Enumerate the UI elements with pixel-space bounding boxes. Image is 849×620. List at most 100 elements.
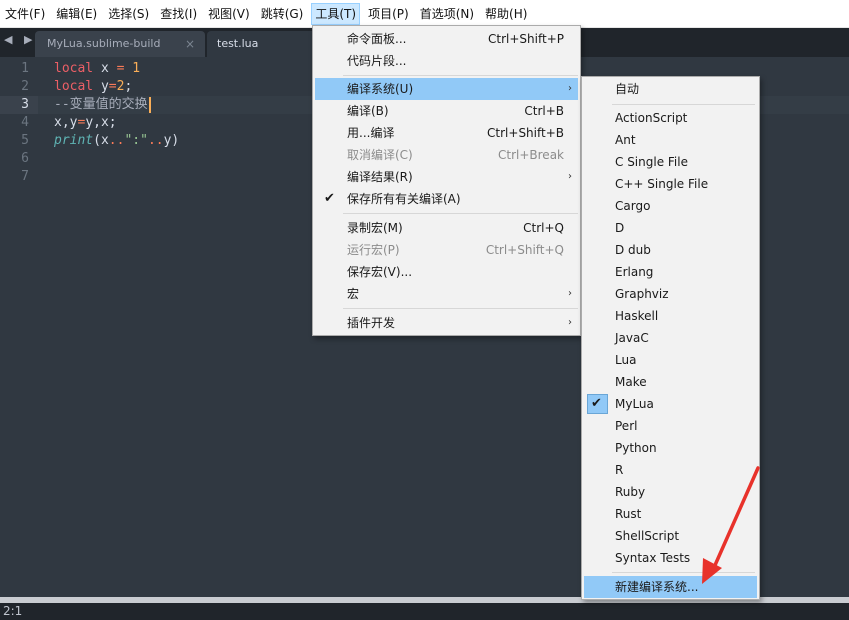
identifier: x [93,61,117,76]
menu-separator [343,75,578,76]
shortcut: Ctrl+Break [498,148,564,162]
text-cursor [148,96,151,113]
menu-item-label: 用...编译 [347,126,395,140]
tab-mylua-build[interactable]: MyLua.sublime-build × [35,31,205,57]
checkmark-icon: ✔ [591,396,602,411]
checkmark-icon: ✔ [324,191,335,206]
code-line: print(x..":"..y) [54,132,179,150]
status-bar: 2:1 [0,603,849,620]
build-item[interactable]: D [584,217,757,239]
menu-item-label: 编译(B) [347,104,389,118]
code-line: --变量值的交换 [54,96,179,114]
menu-goto[interactable]: 跳转(G) [258,3,307,25]
menu-file[interactable]: 文件(F) [2,3,48,25]
menu-tools[interactable]: 工具(T) [311,2,361,25]
build-item[interactable]: Haskell [584,305,757,327]
menu-separator [612,104,755,105]
identifier: y,x; [85,115,117,130]
chevron-right-icon: › [568,317,572,328]
operator: .. [147,133,164,148]
build-item[interactable]: C++ Single File [584,173,757,195]
build-item-auto[interactable]: 自动 [584,78,757,100]
menu-item-developer[interactable]: 插件开发 › [315,312,578,334]
menubar: 文件(F) 编辑(E) 选择(S) 查找(I) 视图(V) 跳转(G) 工具(T… [0,0,849,28]
build-item[interactable]: Perl [584,415,757,437]
code-line: local x = 1 [54,60,179,78]
line-number: 4 [21,115,29,130]
menu-item-label: 取消编译(C) [347,148,413,162]
build-item[interactable]: Erlang [584,261,757,283]
tools-menu: 命令面板... Ctrl+Shift+P 代码片段... 编译系统(U) › 编译(… [312,25,581,336]
menu-find[interactable]: 查找(I) [157,3,200,25]
line-gutter: 1 2 3 4 5 6 7 [0,60,38,186]
shortcut: Ctrl+Shift+P [488,32,564,46]
line-number: 7 [21,169,29,184]
punctuation: ; [124,79,133,94]
menu-item-save-all-on-build[interactable]: ✔ 保存所有有关编译(A) [315,188,578,210]
menu-item-label: 保存所有有关编译(A) [347,192,461,206]
identifier: y [93,79,109,94]
menu-item-label: 编译结果(R) [347,170,413,184]
tab-label: test.lua [217,37,259,50]
keyword: local [54,61,94,76]
close-icon[interactable]: × [185,31,195,57]
menu-item-label: 保存宏(V)... [347,265,413,279]
build-item[interactable]: ActionScript [584,107,757,129]
comment: --变量值的交换 [54,97,148,112]
line-number: 5 [21,133,29,148]
shortcut: Ctrl+Q [523,221,564,235]
menu-item-snippets[interactable]: 代码片段... [315,50,578,72]
menu-item-build[interactable]: 编译(B) Ctrl+B [315,100,578,122]
menu-separator [343,213,578,214]
menu-item-record-macro[interactable]: 录制宏(M) Ctrl+Q [315,217,578,239]
code-line: x,y=y,x; [54,114,179,132]
annotation-arrow-icon [702,466,760,584]
tab-label: MyLua.sublime-build [47,37,161,50]
menu-item-run-macro: 运行宏(P) Ctrl+Shift+Q [315,239,578,261]
menu-preferences[interactable]: 首选项(N) [417,3,477,25]
menu-item-build-system[interactable]: 编译系统(U) › [315,78,578,100]
menu-item-macros[interactable]: 宏 › [315,283,578,305]
menu-help[interactable]: 帮助(H) [482,3,530,25]
shortcut: Ctrl+B [524,104,564,118]
menu-item-label: 运行宏(P) [347,243,400,257]
tab-test-lua[interactable]: test.lua [207,31,317,57]
menu-item-label: MyLua [615,397,654,411]
number: 1 [124,61,141,76]
menu-edit[interactable]: 编辑(E) [53,3,100,25]
line-number: 1 [21,61,29,76]
build-item[interactable]: Make [584,371,757,393]
build-item[interactable]: D dub [584,239,757,261]
menu-project[interactable]: 项目(P) [365,3,412,25]
code-area[interactable]: local x = 1 local y=2; --变量值的交换 x,y=y,x;… [54,60,179,150]
shortcut: Ctrl+Shift+Q [485,243,564,257]
build-item[interactable]: Graphviz [584,283,757,305]
string: ":" [124,133,148,148]
tab-nav-arrows-icon[interactable]: ◀ ▶ [4,33,36,46]
menu-item-label: 录制宏(M) [347,221,403,235]
identifier: (x [93,133,109,148]
menu-view[interactable]: 视图(V) [205,3,253,25]
build-item[interactable]: Lua [584,349,757,371]
operator: .. [108,133,125,148]
build-item[interactable]: JavaC [584,327,757,349]
build-item[interactable]: C Single File [584,151,757,173]
menu-item-command-palette[interactable]: 命令面板... Ctrl+Shift+P [315,28,578,50]
build-item[interactable]: Ant [584,129,757,151]
line-number: 6 [21,151,29,166]
chevron-right-icon: › [568,288,572,299]
cursor-position: 2:1 [3,604,23,618]
identifier: y) [163,133,180,148]
build-item[interactable]: Python [584,437,757,459]
menu-item-save-macro[interactable]: 保存宏(V)... [315,261,578,283]
menu-item-label: 新建编译系统... [615,580,699,594]
menu-selection[interactable]: 选择(S) [105,3,152,25]
menu-item-label: 命令面板... [347,32,407,46]
menu-separator [343,308,578,309]
build-item[interactable]: Cargo [584,195,757,217]
menu-item-build-results[interactable]: 编译结果(R) › [315,166,578,188]
build-item-mylua-selected[interactable]: ✔ MyLua [584,393,757,415]
function-name: print [54,133,94,148]
menu-item-build-with[interactable]: 用...编译 Ctrl+Shift+B [315,122,578,144]
menu-item-label: 代码片段... [347,54,407,68]
